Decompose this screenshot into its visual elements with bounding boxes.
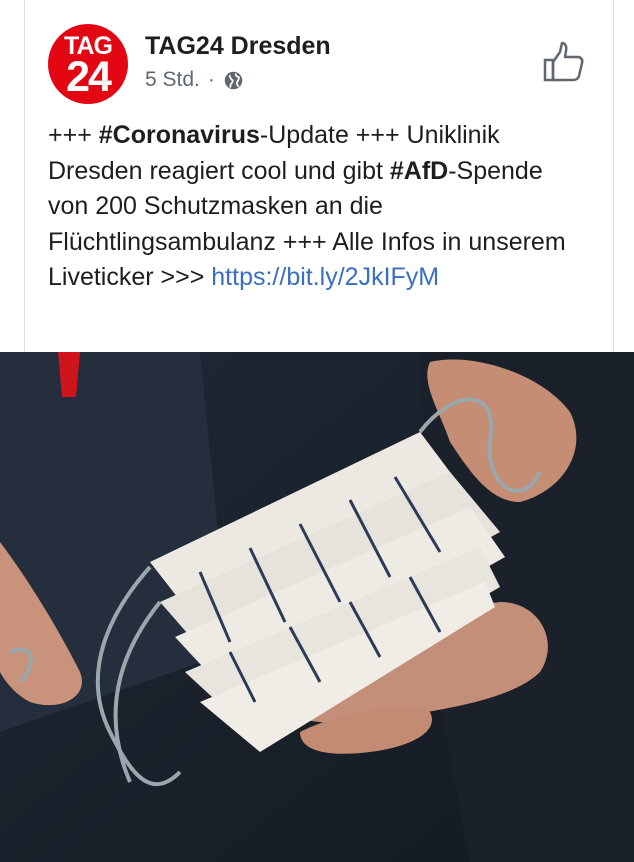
thumbs-up-icon[interactable]: [542, 40, 586, 84]
post-meta: 5 Std. ·: [145, 68, 244, 92]
meta-separator: ·: [207, 68, 215, 91]
logo-text-bottom: 24: [66, 53, 112, 101]
post-message: +++ #Coronavirus-Update +++ Uniklinik Dr…: [48, 118, 588, 296]
page-name-link[interactable]: TAG24 Dresden: [145, 32, 331, 61]
text-segment: +++: [48, 121, 99, 149]
hashtag-afd[interactable]: #AfD: [390, 157, 448, 185]
post-header: TAG 24 TAG24 Dresden 5 Std. ·: [48, 24, 608, 104]
post-photo[interactable]: [0, 352, 634, 862]
hashtag-coronavirus[interactable]: #Coronavirus: [99, 121, 260, 149]
globe-icon: [224, 71, 243, 89]
post-link[interactable]: https://bit.ly/2JkIFyM: [211, 263, 439, 291]
page-avatar[interactable]: TAG 24: [48, 24, 128, 104]
post-timestamp[interactable]: 5 Std.: [145, 68, 200, 92]
